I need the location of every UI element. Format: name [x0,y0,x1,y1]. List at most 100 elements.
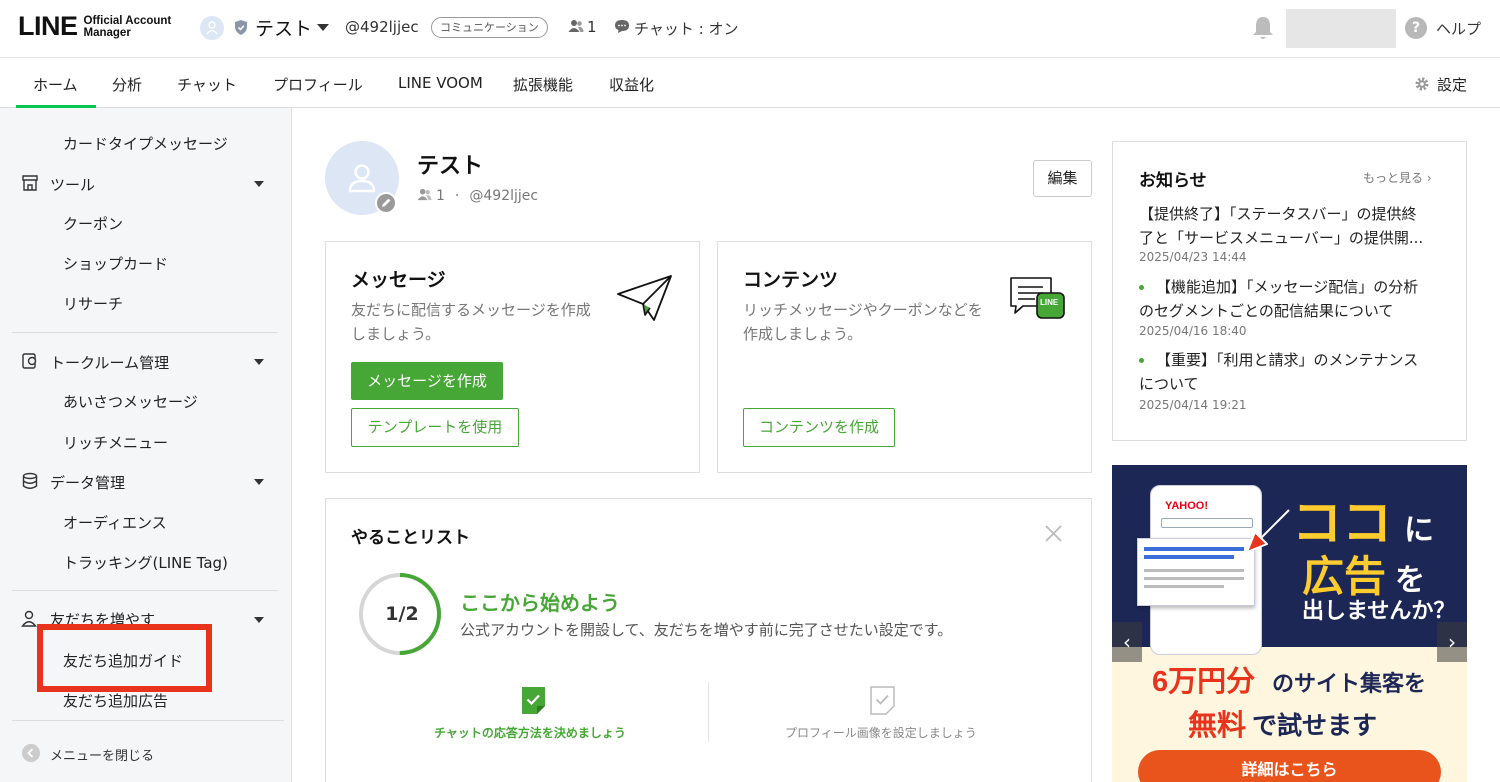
divider [12,590,278,591]
edit-profile-button[interactable]: 編集 [1033,160,1092,197]
profile-id: @492ljjec [469,188,539,204]
news-item[interactable]: 【提供終了】「ステータスバー」の提供終 了と「サービスメニューバー」の提供開... [1139,202,1439,250]
close-icon[interactable] [1044,524,1063,543]
banner-text: 出しませんか？ [1302,598,1456,623]
news-date: 2025/04/14 19:21 [1139,398,1247,412]
logo-subtitle: Official Account Manager [83,14,172,39]
chat-status[interactable]: チャット : オン [634,18,738,39]
gear-icon[interactable] [1414,76,1430,92]
sidebar-item-card-type-message[interactable]: カードタイプメッセージ [63,133,228,154]
tab-chat[interactable]: チャット [177,74,237,95]
sidebar: カードタイプメッセージ ツール クーポン ショップカード リサーチ トークルーム… [0,108,292,782]
tab-monetization[interactable]: 収益化 [609,74,654,95]
ad-line [1144,555,1234,559]
chevron-left-icon[interactable]: ‹ [1112,622,1142,662]
account-name-selector[interactable]: テスト [255,14,312,41]
chevron-down-icon[interactable] [317,24,329,31]
profile-meta: 1 · @492ljjec [417,188,538,204]
news-more-link[interactable]: もっと見る › [1363,169,1432,186]
help-link[interactable]: ヘルプ [1436,18,1481,39]
sidebar-item-shop-card[interactable]: ショップカード [63,253,168,274]
ad-line [1144,569,1244,572]
settings-link[interactable]: 設定 [1437,74,1467,95]
create-content-button[interactable]: コンテンツを作成 [743,408,895,447]
news-item[interactable]: 【重要】「利用と請求」のメンテナンス について [1139,348,1439,396]
sidebar-item-rich-menu[interactable]: リッチメニュー [63,432,168,453]
phone-search-box [1161,518,1253,528]
ad-line [1144,577,1244,580]
tab-home[interactable]: ホーム [33,74,78,95]
news-title: お知らせ [1139,171,1207,191]
chevron-down-icon[interactable] [254,479,264,485]
sidebar-item-greeting-message[interactable]: あいさつメッセージ [63,391,198,412]
use-template-button[interactable]: テンプレートを使用 [351,408,519,447]
todo-subtext: 公式アカウントを開設して、友だちを増やす前に完了させたい設定です。 [460,621,953,639]
database-icon [22,472,38,489]
account-id: @492ljjec [345,18,419,36]
close-menu-button[interactable]: メニューを閉じる [50,745,154,764]
chat-room-icon [22,353,37,369]
news-item[interactable]: 【機能追加】「メッセージ配信」の分析 のセグメントごとの配信結果について [1139,275,1439,323]
checked-step-icon[interactable] [521,686,546,715]
ad-banner[interactable]: YAHOO! ココ に 広告 を 出しませんか？ 6万円分 のサイト集客を 無料… [1112,465,1467,782]
phone-ad-card [1137,538,1255,606]
step-profile-image[interactable]: プロフィール画像を設定しましょう [785,724,977,741]
chevron-down-icon[interactable] [254,617,264,623]
chevron-left-icon[interactable] [22,744,40,762]
rich-content-icon: LINE [1009,276,1065,322]
annotation-highlight-box [37,624,212,692]
content-card-title: コンテンツ [743,269,839,291]
create-message-button[interactable]: メッセージを作成 [351,362,503,400]
tab-line-voom[interactable]: LINE VOOM [398,74,483,92]
banner-offer-text: のサイト集客を [1272,671,1427,696]
account-avatar-icon[interactable] [200,16,224,40]
new-dot [1139,358,1144,363]
phone-illustration: YAHOO! [1137,485,1290,655]
profile-friend-count: 1 [436,188,445,204]
plan-badge: コミュニケーション [431,17,548,38]
bell-icon[interactable] [1252,15,1274,41]
sidebar-item-friend-ads[interactable]: 友だち追加広告 [63,690,168,711]
banner-offer-free: 無料 [1188,710,1247,742]
main-tab-bar: ホーム 分析 チャット プロフィール LINE VOOM 拡張機能 収益化 設定 [0,59,1500,108]
divider [708,682,709,742]
sidebar-section-talkroom[interactable]: トークルーム管理 [50,352,169,373]
sidebar-section-data[interactable]: データ管理 [50,472,125,493]
ad-line [1144,585,1224,588]
line-oa-logo[interactable]: LINE Official Account Manager [18,11,171,42]
message-card-desc: 友だちに配信するメッセージを作成 しましょう。 [351,301,591,343]
pencil-icon[interactable] [375,192,397,214]
shield-icon [235,20,247,35]
news-date: 2025/04/23 14:44 [1139,250,1247,264]
sidebar-item-tracking[interactable]: トラッキング(LINE Tag) [63,552,228,573]
shop-icon [22,175,38,191]
user-menu[interactable] [1286,9,1396,48]
content-card-desc: リッチメッセージやクーポンなどを 作成しましょう。 [743,301,983,343]
banner-spacer [1132,647,1447,648]
tab-profile[interactable]: プロフィール [273,74,363,95]
divider [12,332,278,333]
line-badge-text: LINE [1040,298,1059,307]
divider [12,720,284,721]
chevron-down-icon[interactable] [254,181,264,187]
sidebar-item-research[interactable]: リサーチ [63,293,123,314]
tab-analytics[interactable]: 分析 [112,74,142,95]
banner-cta-button[interactable]: 詳細はこちら [1138,750,1441,782]
paper-plane-icon [617,275,672,321]
tab-extensions[interactable]: 拡張機能 [513,74,573,95]
chevron-down-icon[interactable] [254,359,264,365]
sidebar-item-coupon[interactable]: クーポン [63,213,123,234]
logo-wordmark: LINE [18,11,78,41]
message-card-title: メッセージ [351,269,446,291]
step-chat-response[interactable]: チャットの応答方法を決めましょう [434,724,626,741]
top-header: LINE Official Account Manager テスト @492ljj… [0,0,1500,58]
banner-offer-amount: 6万円分 [1152,666,1256,698]
friends-icon [568,20,584,32]
sidebar-section-tools[interactable]: ツール [50,174,95,195]
help-icon[interactable]: ? [1405,17,1427,39]
chevron-right-icon[interactable]: › [1437,622,1467,662]
unchecked-step-icon[interactable] [870,686,895,715]
news-date: 2025/04/16 18:40 [1139,324,1247,338]
todo-heading: ここから始めよう [460,591,620,615]
sidebar-item-audience[interactable]: オーディエンス [63,512,167,533]
